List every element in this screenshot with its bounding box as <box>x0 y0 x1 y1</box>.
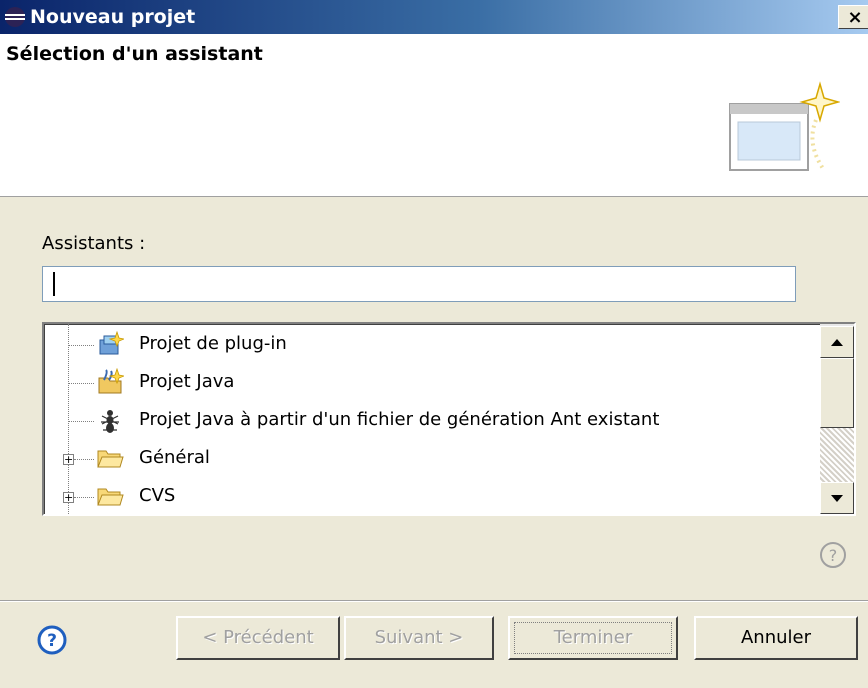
tree-item-label: Projet Java à partir d'un fichier de gén… <box>139 409 660 430</box>
tree-connector <box>68 345 94 346</box>
assistants-label-text: Assistants : <box>42 233 146 254</box>
scroll-down-button[interactable] <box>820 482 854 514</box>
text-caret <box>53 272 55 296</box>
eclipse-icon <box>5 7 25 27</box>
new-wizard-banner-icon <box>729 81 840 172</box>
help-icon[interactable]: ? <box>36 624 68 656</box>
expand-icon[interactable]: + <box>63 492 74 503</box>
help-icon[interactable]: ? <box>818 540 848 570</box>
tree-item-java-project[interactable]: Projet Java <box>44 364 814 402</box>
wizard-tree[interactable]: Projet de plug-in Projet Java Projet Jav… <box>42 322 856 516</box>
tree-connector <box>68 383 94 384</box>
focus-rect <box>514 622 672 654</box>
tree-item-label: Général <box>139 447 210 468</box>
scroll-thumb[interactable] <box>820 358 854 428</box>
button-bar-separator <box>0 600 868 602</box>
finish-button[interactable]: Terminer <box>508 616 678 660</box>
tree-item-ant-java-project[interactable]: Projet Java à partir d'un fichier de gén… <box>44 402 814 440</box>
close-button[interactable]: × <box>838 5 868 29</box>
svg-text:?: ? <box>47 631 57 651</box>
tree-item-plugin-project[interactable]: Projet de plug-in <box>44 326 814 364</box>
tree-item-cvs[interactable]: + CVS <box>44 478 814 514</box>
arrow-up-icon <box>831 339 843 346</box>
arrow-down-icon <box>831 495 843 502</box>
java-project-icon <box>98 368 124 394</box>
tree-connector <box>74 459 94 460</box>
scroll-up-button[interactable] <box>820 326 854 358</box>
expand-icon[interactable]: + <box>63 454 74 465</box>
tree-item-label: Projet de plug-in <box>139 333 287 354</box>
title-bar: Nouveau projet × <box>0 0 868 34</box>
folder-icon <box>97 450 124 468</box>
tree-item-general[interactable]: + Général <box>44 440 814 478</box>
scroll-track[interactable] <box>820 428 854 482</box>
cancel-button[interactable]: Annuler <box>694 616 858 660</box>
tree-item-label: CVS <box>139 485 176 506</box>
wizard-header: Sélection d'un assistant <box>0 34 868 197</box>
next-button[interactable]: Suivant > <box>344 616 494 660</box>
tree-vertical-scrollbar[interactable] <box>820 324 854 514</box>
window-title: Nouveau projet <box>30 6 196 28</box>
svg-text:?: ? <box>829 546 838 565</box>
wizard-filter-input[interactable] <box>42 266 796 302</box>
ant-icon <box>101 410 119 433</box>
plugin-project-icon <box>99 330 124 355</box>
tree-connector <box>68 421 94 422</box>
assistants-label: Assistants : <box>42 232 145 256</box>
page-title: Sélection d'un assistant <box>6 43 263 65</box>
folder-icon <box>97 488 124 506</box>
tree-item-label: Projet Java <box>139 371 235 392</box>
tree-connector <box>74 497 94 498</box>
previous-button[interactable]: < Précédent <box>176 616 340 660</box>
